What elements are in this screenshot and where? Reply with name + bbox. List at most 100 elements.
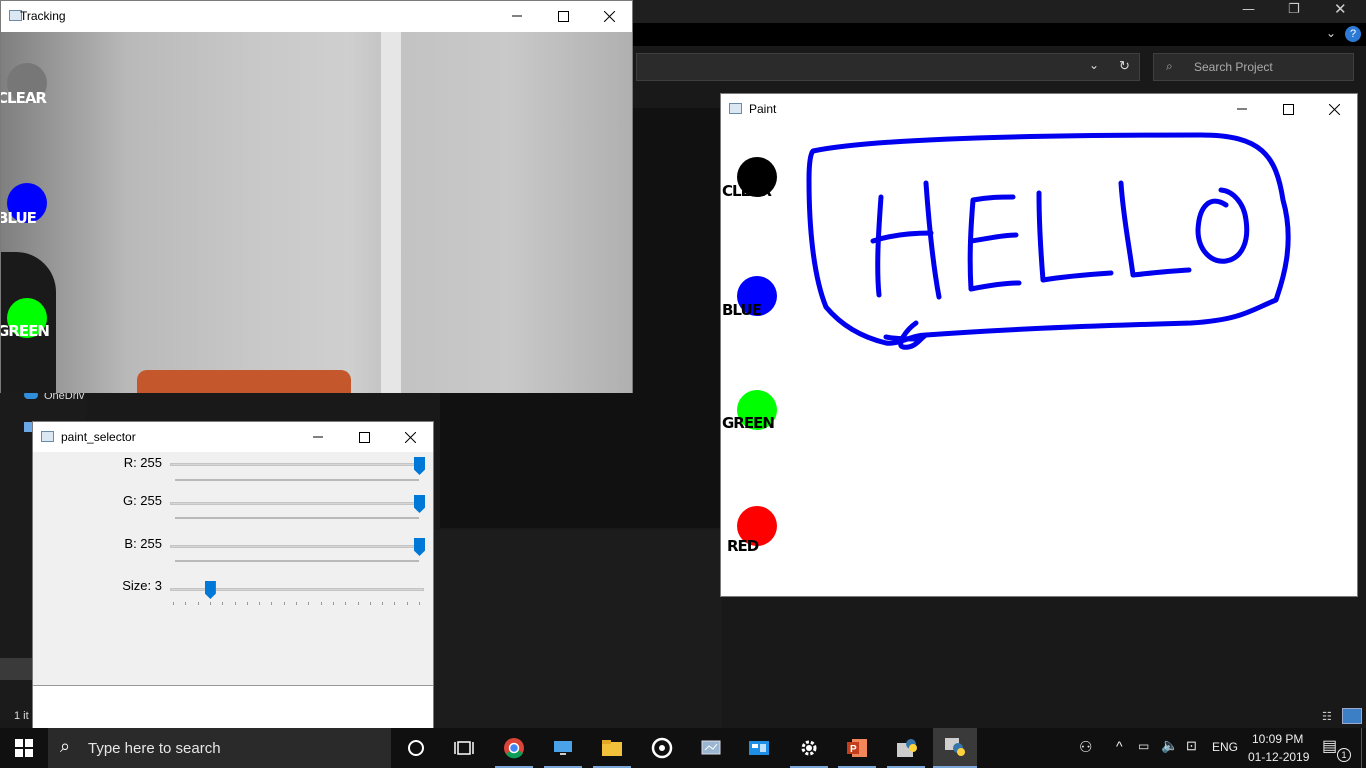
maximize-button[interactable] — [540, 1, 586, 31]
help-icon[interactable]: ? — [1345, 26, 1361, 42]
window-title: Paint — [749, 102, 777, 116]
size-slider-tick — [357, 602, 359, 605]
explorer-selected-nav-item[interactable] — [0, 658, 32, 680]
settings-gear-icon[interactable] — [797, 736, 821, 760]
minimize-button[interactable] — [494, 1, 540, 31]
refresh-icon[interactable]: ↻ — [1119, 58, 1130, 74]
size-slider-label: Size: 3 — [122, 578, 162, 593]
close-button[interactable] — [586, 1, 632, 31]
maximize-button[interactable] — [341, 422, 387, 452]
paint-selector-window: paint_selector R: 255 G: 255 B: 255 Size… — [32, 421, 434, 729]
size-slider-tick — [173, 602, 174, 605]
size-slider-tick — [246, 602, 248, 605]
size-slider-tick — [185, 602, 187, 605]
show-desktop-button[interactable] — [1361, 728, 1366, 768]
r-slider-scale — [175, 479, 419, 481]
size-slider-tick — [296, 602, 297, 605]
network-icon[interactable]: ⊡ — [1186, 738, 1197, 754]
large-icons-view-icon[interactable] — [1342, 708, 1362, 724]
python-icon — [945, 738, 965, 756]
size-slider-tick — [382, 602, 384, 605]
b-slider-label: B: 255 — [124, 536, 162, 551]
show-hidden-icons-icon[interactable]: ^ — [1116, 738, 1123, 754]
r-slider[interactable] — [170, 463, 424, 466]
address-bar[interactable]: ⌄ ↻ — [636, 53, 1140, 81]
close-button[interactable] — [1311, 94, 1357, 124]
g-slider[interactable] — [170, 502, 424, 505]
minimize-button[interactable] — [1219, 94, 1265, 124]
b-slider-thumb[interactable] — [414, 538, 425, 556]
details-view-icon[interactable]: ☷ — [1322, 710, 1332, 723]
groove-music-icon[interactable] — [650, 736, 674, 760]
clock-date[interactable]: 01-12-2019 — [1248, 750, 1309, 764]
b-slider[interactable] — [170, 545, 424, 548]
window-icon — [729, 103, 742, 114]
address-dropdown-icon[interactable]: ⌄ — [1089, 58, 1099, 72]
letter-h-stroke — [870, 180, 942, 300]
search-icon: ⌕ — [1166, 59, 1173, 73]
paint-window: Paint CLEAR BLUE GREEN RED — [720, 93, 1358, 597]
size-slider-tick — [222, 602, 224, 605]
explorer-ribbon: ⌄ ? — [632, 23, 1366, 46]
size-slider-tick — [259, 602, 261, 605]
b-slider-scale — [175, 560, 419, 562]
window-title: paint_selector — [61, 430, 136, 444]
size-slider-tick — [419, 602, 420, 605]
tracking-window: Tracking CLEAR BLUE GREEN — [0, 0, 633, 393]
r-slider-label: R: 255 — [123, 455, 162, 470]
start-button[interactable] — [12, 736, 36, 760]
taskbar-search-box[interactable]: ⌕ Type here to search — [48, 728, 391, 768]
letter-l2-stroke — [1118, 180, 1192, 278]
control-panel-icon[interactable] — [747, 736, 771, 760]
cortana-icon[interactable] — [404, 736, 428, 760]
window-icon — [41, 431, 54, 442]
g-slider-thumb[interactable] — [414, 495, 425, 513]
task-view-icon[interactable] — [452, 736, 476, 760]
explorer-minimize-button[interactable]: — — [1242, 2, 1255, 17]
minimize-button[interactable] — [295, 422, 341, 452]
explorer-close-button[interactable]: ✕ — [1334, 0, 1347, 18]
letter-e-stroke — [967, 194, 1022, 292]
r-slider-thumb[interactable] — [414, 457, 425, 475]
paint-selector-blank-area — [33, 685, 433, 729]
letter-l1-stroke — [1036, 190, 1114, 283]
g-slider-scale — [175, 517, 419, 519]
hello-drawing — [806, 132, 1291, 350]
size-slider-tick — [209, 602, 211, 605]
close-button[interactable] — [387, 422, 433, 452]
window-title: Tracking — [20, 9, 66, 23]
tracking-titlebar: Tracking — [1, 1, 632, 31]
people-icon[interactable]: ⚇ — [1079, 738, 1092, 756]
action-center-icon[interactable]: ▤ — [1322, 736, 1337, 756]
explorer-restore-button[interactable]: ❐ — [1288, 2, 1300, 17]
letter-o-stroke — [1195, 187, 1250, 264]
size-slider-tick — [406, 602, 408, 605]
paint-titlebar: Paint — [721, 94, 1357, 124]
size-slider-tick — [345, 602, 347, 605]
clock-time[interactable]: 10:09 PM — [1252, 732, 1303, 746]
size-slider-thumb[interactable] — [204, 581, 216, 599]
size-slider-tick — [234, 602, 236, 605]
taskbar-search-placeholder: Type here to search — [88, 740, 221, 757]
remote-desktop-icon[interactable] — [551, 736, 575, 760]
file-explorer-icon[interactable] — [600, 736, 624, 760]
expand-ribbon-icon[interactable]: ⌄ — [1326, 26, 1336, 40]
search-icon: ⌕ — [60, 736, 71, 756]
green-label: GREEN — [1, 322, 50, 340]
python-window-taskbar-button[interactable] — [933, 728, 977, 768]
status-item-count: 1 it — [14, 710, 29, 722]
maximize-button[interactable] — [1265, 94, 1311, 124]
battery-icon[interactable]: ▭ — [1138, 739, 1149, 753]
python-idle-icon[interactable] — [894, 736, 918, 760]
explorer-lower-area — [432, 530, 722, 730]
language-indicator[interactable]: ENG — [1212, 740, 1238, 754]
explorer-search-input[interactable]: ⌕ Search Project — [1153, 53, 1354, 81]
system-info-icon[interactable] — [699, 736, 723, 760]
paint-selector-titlebar: paint_selector — [33, 422, 433, 452]
size-slider-tick — [308, 602, 310, 605]
camera-feed: CLEAR BLUE GREEN — [1, 32, 632, 393]
volume-icon[interactable]: 🔈 — [1161, 737, 1178, 754]
powerpoint-icon[interactable]: P — [845, 736, 869, 760]
paint-canvas[interactable]: CLEAR BLUE GREEN RED — [721, 125, 1357, 596]
chrome-icon[interactable] — [502, 736, 526, 760]
